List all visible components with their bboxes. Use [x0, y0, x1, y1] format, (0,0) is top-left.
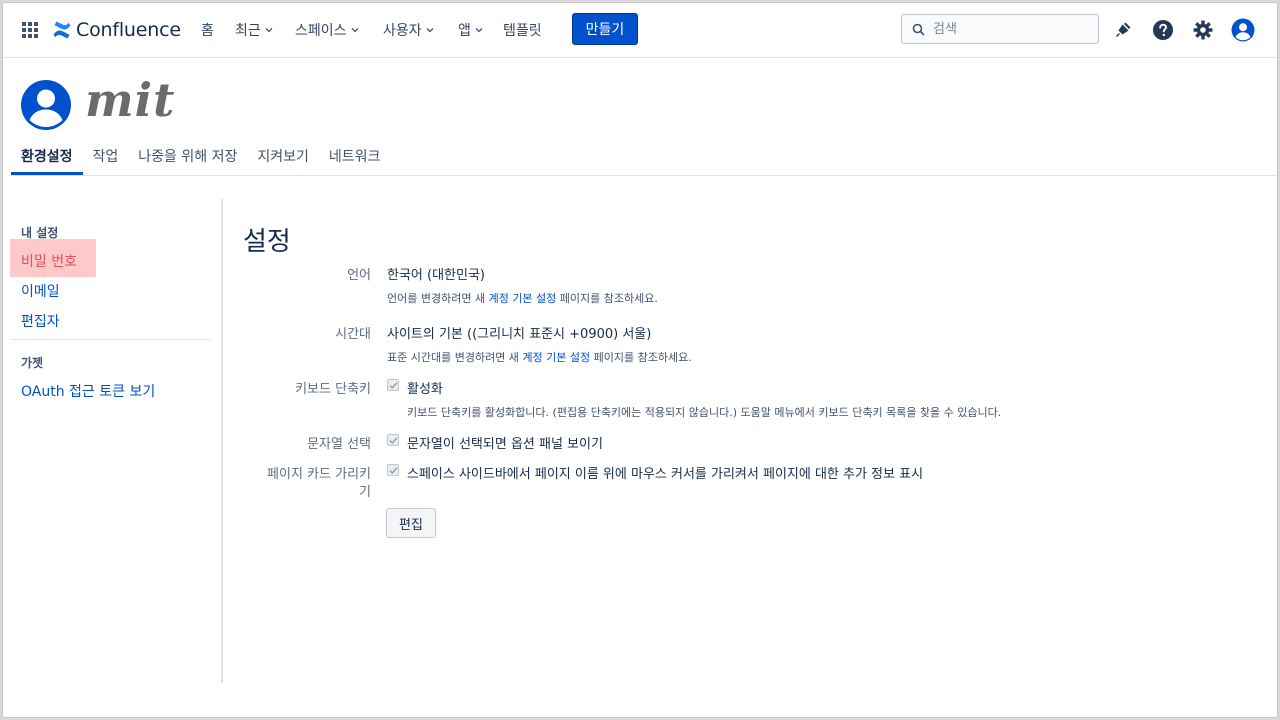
sidebar-item-password[interactable]: 비밀 번호 — [21, 251, 77, 271]
sidebar-divider — [11, 339, 211, 340]
nav-people-label: 사용자 — [383, 23, 422, 39]
search-icon — [912, 23, 925, 36]
nav-recent[interactable]: 최근 — [235, 19, 273, 41]
sidebar-item-email[interactable]: 이메일 — [21, 281, 60, 301]
page-card-label: 페이지 카드 가리키 — [267, 467, 371, 482]
page-card-label-line2: 기 — [359, 485, 371, 500]
text-selection-label: 문자열 선택 — [307, 437, 371, 452]
tab-saved-for-later[interactable]: 나중을 위해 저장 — [128, 137, 247, 175]
nav-recent-label: 최근 — [235, 23, 261, 39]
search-box[interactable] — [901, 14, 1099, 44]
text-selection-checkbox[interactable] — [387, 434, 399, 446]
search-input[interactable] — [931, 20, 1085, 38]
profile-tabs: 환경설정 작업 나중을 위해 저장 지켜보기 네트워크 — [11, 137, 390, 175]
chevron-down-icon — [351, 28, 358, 33]
settings-gear-icon[interactable] — [1191, 18, 1215, 42]
timezone-help: 표준 시간대를 변경하려면 새 계정 기본 설정 페이지를 참조하세요. — [387, 349, 692, 365]
nav-apps[interactable]: 앱 — [458, 19, 483, 41]
tab-work[interactable]: 작업 — [83, 137, 129, 175]
nav-apps-label: 앱 — [458, 23, 471, 39]
nav-home-label: 홈 — [201, 23, 214, 39]
keyboard-shortcuts-value: 활성화 — [407, 382, 443, 397]
keyboard-shortcuts-label: 키보드 단축키 — [295, 382, 371, 397]
confluence-logo-icon — [53, 21, 71, 39]
profile-name: mit — [85, 73, 176, 127]
tab-preferences[interactable]: 환경설정 — [11, 137, 83, 175]
app-switcher-icon[interactable] — [21, 21, 39, 39]
profile-avatar — [20, 79, 72, 131]
timezone-help-text: 표준 시간대를 변경하려면 새 — [387, 351, 523, 364]
checkmark-icon — [388, 436, 398, 444]
chevron-down-icon — [475, 28, 483, 33]
keyboard-shortcuts-help: 키보드 단축키를 활성화합니다. (편집용 단축키에는 적용되지 않습니다.) … — [407, 406, 1002, 419]
nav-home[interactable]: 홈 — [201, 19, 214, 41]
language-value: 한국어 (대한민국) — [387, 268, 485, 283]
timezone-account-settings-link[interactable]: 계정 기본 설정 — [522, 351, 590, 364]
text-selection-value: 문자열이 선택되면 옵션 패널 보이기 — [407, 437, 603, 452]
nav-templates[interactable]: 템플릿 — [503, 19, 542, 41]
nav-spaces-label: 스페이스 — [295, 23, 347, 39]
language-help-text-post: 페이지를 참조하세요. — [556, 292, 658, 305]
confluence-logo[interactable]: Confluence — [52, 17, 181, 43]
help-icon[interactable] — [1151, 18, 1175, 42]
sidebar-item-editor[interactable]: 편집자 — [21, 311, 60, 331]
nav-people[interactable]: 사용자 — [383, 19, 434, 41]
confluence-logo-text: Confluence — [76, 19, 181, 41]
nav-spaces[interactable]: 스페이스 — [295, 19, 359, 41]
keyboard-shortcuts-checkbox[interactable] — [387, 379, 399, 391]
top-navigation: Confluence 홈 최근 스페이스 사용자 앱 템플릿 만들기 — [3, 3, 1277, 58]
chevron-down-icon — [426, 28, 434, 33]
language-help: 언어를 변경하려면 새 계정 기본 설정 페이지를 참조하세요. — [387, 290, 658, 306]
language-label: 언어 — [347, 268, 371, 283]
chevron-down-icon — [265, 28, 273, 33]
tab-watching[interactable]: 지켜보기 — [247, 137, 319, 175]
sidebar-vertical-divider — [221, 199, 223, 683]
sidebar-item-oauth-tokens[interactable]: OAuth 접근 토큰 보기 — [21, 381, 155, 401]
sidebar-section-gadgets: 가젯 — [21, 356, 44, 370]
page-title: 설정 — [243, 227, 291, 257]
create-button[interactable]: 만들기 — [572, 13, 638, 45]
nav-templates-label: 템플릿 — [503, 23, 542, 39]
page-card-value: 스페이스 사이드바에서 페이지 이름 위에 마우스 커서를 가리켜서 페이지에 … — [407, 467, 924, 482]
language-account-settings-link[interactable]: 계정 기본 설정 — [489, 292, 557, 305]
checkmark-icon — [388, 466, 398, 474]
tab-network[interactable]: 네트워크 — [319, 137, 391, 175]
notifications-icon[interactable] — [1111, 18, 1135, 42]
page-card-checkbox[interactable] — [387, 464, 399, 476]
checkmark-icon — [388, 381, 398, 389]
language-help-text: 언어를 변경하려면 새 — [387, 292, 489, 305]
timezone-help-text-post: 페이지를 참조하세요. — [590, 351, 692, 364]
browser-frame: Confluence 홈 최근 스페이스 사용자 앱 템플릿 만들기 검색 mi… — [2, 2, 1278, 718]
user-avatar-icon[interactable] — [1231, 18, 1255, 42]
timezone-value: 사이트의 기본 ((그리니치 표준시 +0900) 서울) — [387, 327, 652, 342]
edit-button[interactable]: 편집 — [386, 508, 436, 538]
timezone-label: 시간대 — [335, 327, 371, 342]
tabs-divider — [11, 175, 1277, 176]
